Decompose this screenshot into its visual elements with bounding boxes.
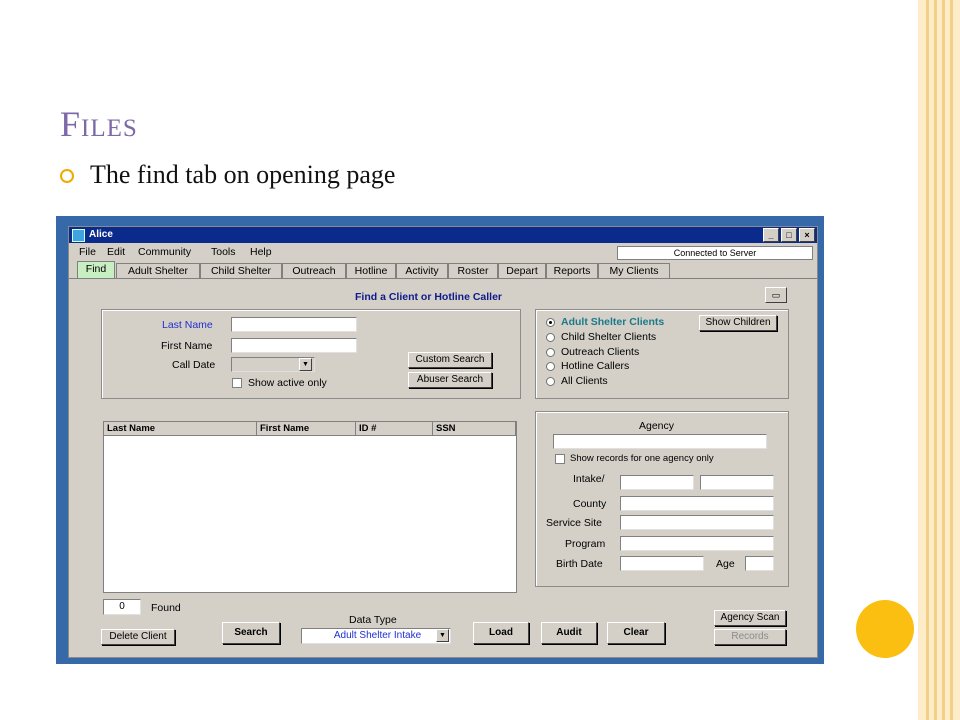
county-input[interactable] — [620, 496, 774, 511]
age-label: Age — [716, 558, 735, 570]
close-icon[interactable]: × — [799, 228, 815, 242]
service-site-label: Service Site — [546, 517, 603, 529]
show-active-checkbox[interactable] — [232, 378, 242, 388]
menu-tools[interactable]: Tools — [211, 246, 236, 258]
radio-label-child-shelter: Child Shelter Clients — [561, 331, 657, 343]
last-name-label: Last Name — [162, 319, 213, 331]
menu-file[interactable]: File — [79, 246, 96, 258]
program-label: Program — [565, 538, 606, 550]
birth-date-input[interactable] — [620, 556, 704, 571]
last-name-input[interactable] — [231, 317, 357, 332]
results-table[interactable]: Last Name First Name ID # SSN — [103, 421, 517, 593]
agency-scan-button[interactable]: Agency Scan — [714, 610, 786, 626]
tab-hotline[interactable]: Hotline — [346, 263, 396, 278]
radio-outreach[interactable] — [546, 348, 555, 357]
menu-community[interactable]: Community — [138, 246, 191, 258]
slide-border-stripe — [926, 0, 929, 720]
records-button: Records — [714, 629, 786, 645]
delete-client-button[interactable]: Delete Client — [101, 629, 175, 645]
connection-status: Connected to Server — [617, 246, 813, 260]
tab-child-shelter[interactable]: Child Shelter — [200, 263, 282, 278]
clear-button[interactable]: Clear — [607, 622, 665, 644]
mail-icon[interactable]: ▭ — [765, 287, 787, 303]
show-active-label: Show active only — [248, 377, 327, 389]
page-title: Find a Client or Hotline Caller — [355, 291, 503, 303]
app-icon — [72, 229, 85, 242]
slide-border-band — [918, 0, 960, 720]
slide-border-stripe — [950, 0, 953, 720]
program-input[interactable] — [620, 536, 774, 551]
title-bar[interactable]: Alice _ □ × — [69, 227, 817, 243]
tab-my-clients[interactable]: My Clients — [598, 263, 670, 278]
bullet-item: The find tab on opening page — [60, 160, 395, 190]
one-agency-label: Show records for one agency only — [570, 453, 714, 464]
tab-depart[interactable]: Depart — [498, 263, 546, 278]
intake-from-input[interactable] — [620, 475, 694, 490]
first-name-label: First Name — [161, 340, 213, 352]
app-window: Alice _ □ × File Edit Community Tools He… — [68, 226, 818, 658]
audit-button[interactable]: Audit — [541, 622, 597, 644]
agency-label: Agency — [639, 420, 675, 432]
bullet-icon — [60, 169, 74, 183]
intake-to-input[interactable] — [700, 475, 774, 490]
column-id[interactable]: ID # — [356, 422, 433, 436]
minimize-icon[interactable]: _ — [763, 228, 779, 242]
column-first-name[interactable]: First Name — [257, 422, 356, 436]
age-input[interactable] — [745, 556, 774, 571]
window-controls: _ □ × — [761, 228, 815, 242]
tab-outreach[interactable]: Outreach — [282, 263, 346, 278]
tab-find[interactable]: Find — [77, 261, 115, 278]
chevron-down-icon[interactable]: ▼ — [436, 629, 449, 642]
tab-divider — [69, 278, 817, 279]
agency-input[interactable] — [553, 434, 767, 449]
slide-border-stripe — [934, 0, 937, 720]
county-label: County — [573, 498, 607, 510]
data-type-label: Data Type — [349, 614, 397, 626]
call-date-label: Call Date — [172, 359, 216, 371]
tab-reports[interactable]: Reports — [546, 263, 598, 278]
radio-label-outreach: Outreach Clients — [561, 346, 640, 358]
slide-border-stripe — [942, 0, 945, 720]
radio-hotline[interactable] — [546, 362, 555, 371]
first-name-input[interactable] — [231, 338, 357, 353]
column-last-name[interactable]: Last Name — [104, 422, 257, 436]
column-ssn[interactable]: SSN — [433, 422, 516, 436]
load-button[interactable]: Load — [473, 622, 529, 644]
tab-adult-shelter[interactable]: Adult Shelter — [116, 263, 200, 278]
tab-activity[interactable]: Activity — [396, 263, 448, 278]
found-label: Found — [151, 602, 181, 614]
chevron-down-icon[interactable]: ▼ — [299, 358, 312, 371]
menu-help[interactable]: Help — [250, 246, 272, 258]
birth-date-label: Birth Date — [556, 558, 603, 570]
service-site-input[interactable] — [620, 515, 774, 530]
screenshot-frame: Alice _ □ × File Edit Community Tools He… — [56, 216, 824, 664]
radio-label-hotline: Hotline Callers — [561, 360, 630, 372]
intake-label: Intake/ — [573, 473, 605, 485]
abuser-search-button[interactable]: Abuser Search — [408, 372, 492, 388]
slide-title: Files — [60, 104, 138, 144]
search-button[interactable]: Search — [222, 622, 280, 644]
one-agency-checkbox[interactable] — [555, 454, 565, 464]
bullet-text: The find tab on opening page — [90, 160, 396, 189]
custom-search-button[interactable]: Custom Search — [408, 352, 492, 368]
window-title: Alice — [89, 229, 113, 240]
tab-roster[interactable]: Roster — [448, 263, 498, 278]
found-count: 0 — [103, 599, 141, 615]
data-type-select[interactable]: Adult Shelter Intake — [301, 628, 451, 644]
maximize-icon[interactable]: □ — [781, 228, 797, 242]
radio-label-all-clients: All Clients — [561, 375, 608, 387]
accent-circle — [856, 600, 914, 658]
show-children-button[interactable]: Show Children — [699, 315, 777, 331]
radio-all-clients[interactable] — [546, 377, 555, 386]
radio-adult-shelter[interactable] — [546, 318, 555, 327]
menu-edit[interactable]: Edit — [107, 246, 125, 258]
radio-child-shelter[interactable] — [546, 333, 555, 342]
radio-label-adult-shelter: Adult Shelter Clients — [561, 316, 665, 328]
